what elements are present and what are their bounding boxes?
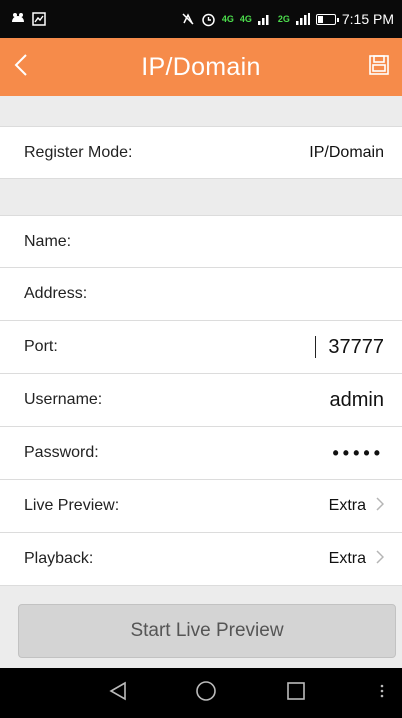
battery-icon — [315, 13, 339, 25]
nav-home-button[interactable] — [184, 668, 228, 718]
recents-square-icon — [287, 681, 305, 705]
live-preview-value: Extra — [328, 497, 366, 514]
password-label: Password: — [24, 444, 99, 461]
live-preview-select[interactable]: Extra — [328, 496, 385, 516]
notification-icon — [10, 12, 26, 26]
username-row[interactable]: Username: admin — [0, 374, 402, 427]
status-bar-right: 4G 4G 2G 7:15 PM — [181, 11, 394, 27]
overflow-menu-icon — [380, 684, 384, 703]
playback-value: Extra — [328, 550, 366, 567]
name-row[interactable]: Name: — [0, 215, 402, 268]
chevron-left-icon — [14, 53, 28, 82]
live-preview-row[interactable]: Live Preview: Extra — [0, 480, 402, 533]
address-row[interactable]: Address: — [0, 268, 402, 321]
alarm-icon — [201, 12, 216, 27]
register-mode-row[interactable]: Register Mode: IP/Domain — [0, 126, 402, 179]
password-row[interactable]: Password: ••••• — [0, 427, 402, 480]
nav-menu-button[interactable] — [370, 668, 394, 718]
status-bar: 4G 4G 2G 7:15 PM — [0, 0, 402, 38]
home-circle-icon — [195, 680, 217, 707]
system-navigation-bar — [0, 668, 402, 718]
text-cursor — [315, 336, 317, 358]
status-time: 7:15 PM — [341, 11, 394, 27]
register-mode-value: IP/Domain — [309, 143, 384, 161]
port-label: Port: — [24, 338, 58, 355]
playback-row[interactable]: Playback: Extra — [0, 533, 402, 586]
port-row[interactable]: Port: 37777 — [0, 321, 402, 374]
status-bar-left — [10, 12, 46, 26]
username-field[interactable]: admin — [330, 389, 384, 412]
save-button[interactable] — [346, 38, 390, 96]
section-gap — [0, 96, 402, 126]
chevron-right-icon — [376, 549, 385, 569]
save-icon — [368, 54, 390, 81]
network-4g-label: 4G — [221, 13, 234, 24]
image-icon — [32, 12, 46, 26]
address-label: Address: — [24, 285, 88, 302]
playback-select[interactable]: Extra — [328, 549, 385, 569]
network-2g-label: 2G — [277, 13, 290, 24]
network-4g-secondary-label: 4G — [239, 13, 252, 24]
page-title: IP/Domain — [141, 52, 261, 81]
username-label: Username: — [24, 391, 103, 408]
nav-back-button[interactable] — [96, 668, 140, 718]
port-value: 37777 — [328, 335, 384, 358]
port-field[interactable]: 37777 — [315, 336, 384, 359]
nav-recents-button[interactable] — [274, 668, 318, 718]
section-gap — [0, 179, 402, 215]
password-field[interactable]: ••••• — [332, 443, 384, 464]
register-mode-label: Register Mode: — [24, 143, 133, 161]
playback-label: Playback: — [24, 550, 94, 567]
app-header: IP/Domain — [0, 38, 402, 96]
name-label: Name: — [24, 232, 72, 250]
back-triangle-icon — [109, 681, 127, 706]
start-live-preview-button[interactable]: Start Live Preview — [18, 604, 396, 658]
signal-bars-icon — [295, 13, 310, 25]
back-button[interactable] — [14, 38, 58, 96]
live-preview-label: Live Preview: — [24, 497, 120, 514]
chevron-right-icon — [376, 496, 385, 516]
mute-icon — [181, 12, 195, 26]
signal-icon — [257, 13, 272, 25]
